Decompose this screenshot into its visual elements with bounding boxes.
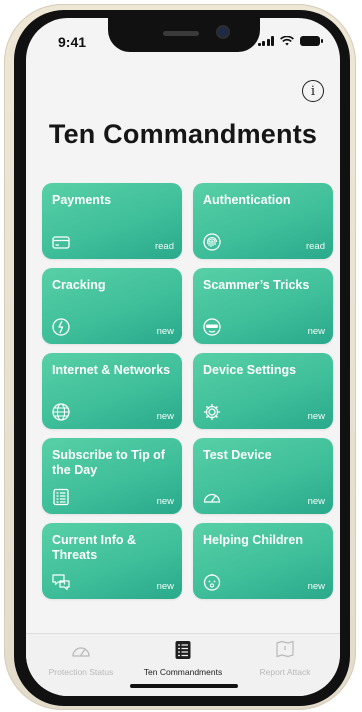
tab-label: Protection Status	[48, 667, 114, 677]
cellular-signal-icon	[257, 36, 274, 46]
tile-tag: new	[156, 411, 174, 422]
app-screen: 9:41 i Ten Commandments Payments read Au…	[26, 18, 340, 696]
tab-ten-commandments[interactable]: Ten Commandments	[128, 640, 238, 680]
tile-label: Payments	[52, 193, 112, 207]
tile-label: Internet & Networks	[52, 363, 171, 377]
tile-label: Authentication	[203, 193, 291, 207]
tile-test-device[interactable]: Test Device new	[193, 438, 333, 514]
tile-tag: read	[154, 241, 174, 252]
info-icon: i	[310, 83, 316, 99]
tile-label: Helping Children	[203, 533, 303, 547]
commandments-grid: Payments read Authentication read Cracki…	[42, 183, 333, 599]
tile-tip-of-the-day[interactable]: Subscribe to Tip of the Day new	[42, 438, 182, 514]
battery-icon	[300, 36, 323, 46]
status-icons	[257, 36, 323, 46]
tile-label: Current Info & Threats	[52, 533, 137, 562]
card-icon	[52, 236, 70, 249]
tab-label: Ten Commandments	[143, 667, 223, 677]
tile-label: Device Settings	[203, 363, 297, 377]
flag-icon	[276, 640, 294, 658]
tile-label: Scammer’s Tricks	[203, 278, 310, 292]
tab-protection-status[interactable]: Protection Status	[26, 640, 136, 680]
globe-icon	[52, 403, 70, 421]
tile-helping-children[interactable]: Helping Children new	[193, 523, 333, 599]
info-button[interactable]: i	[302, 80, 324, 102]
tile-label: Cracking	[52, 278, 106, 292]
gauge-icon	[72, 647, 90, 657]
gauge-icon	[203, 493, 221, 503]
tile-scammers-tricks[interactable]: Scammer’s Tricks new	[193, 268, 333, 344]
tile-label: Test Device	[203, 448, 272, 462]
tab-bar: Protection Status Ten Commandments Repor…	[26, 633, 340, 696]
tile-tag: new	[156, 326, 174, 337]
tile-tag: read	[305, 241, 325, 252]
gear-icon	[203, 403, 221, 421]
page-title: Ten Commandments	[48, 119, 318, 149]
tile-internet-networks[interactable]: Internet & Networks new	[42, 353, 182, 429]
tile-cracking[interactable]: Cracking new	[42, 268, 182, 344]
scammer-mask-icon	[203, 318, 221, 336]
list-icon	[175, 641, 191, 659]
tile-label: Subscribe to Tip of the Day	[52, 448, 165, 477]
child-face-icon	[203, 573, 221, 591]
speaker	[163, 31, 199, 36]
tile-tag: new	[307, 411, 325, 422]
chat-alert-icon	[52, 574, 70, 591]
tile-tag: new	[156, 581, 174, 592]
tab-label: Report Attack	[259, 667, 311, 677]
tab-report-attack[interactable]: Report Attack	[230, 640, 340, 680]
notch	[108, 18, 260, 52]
status-time: 9:41	[58, 34, 87, 50]
tile-device-settings[interactable]: Device Settings new	[193, 353, 333, 429]
list-icon	[53, 488, 69, 506]
tile-current-info-threats[interactable]: Current Info & Threats new	[42, 523, 182, 599]
tile-tag: new	[307, 581, 325, 592]
fingerprint-icon	[203, 233, 221, 251]
tile-payments[interactable]: Payments read	[42, 183, 182, 259]
tile-tag: new	[156, 496, 174, 507]
wifi-icon	[280, 36, 294, 46]
tile-authentication[interactable]: Authentication read	[193, 183, 333, 259]
home-indicator[interactable]	[130, 684, 238, 688]
front-camera	[218, 27, 228, 37]
tile-tag: new	[307, 496, 325, 507]
cracking-icon	[52, 318, 70, 336]
tile-tag: new	[307, 326, 325, 337]
